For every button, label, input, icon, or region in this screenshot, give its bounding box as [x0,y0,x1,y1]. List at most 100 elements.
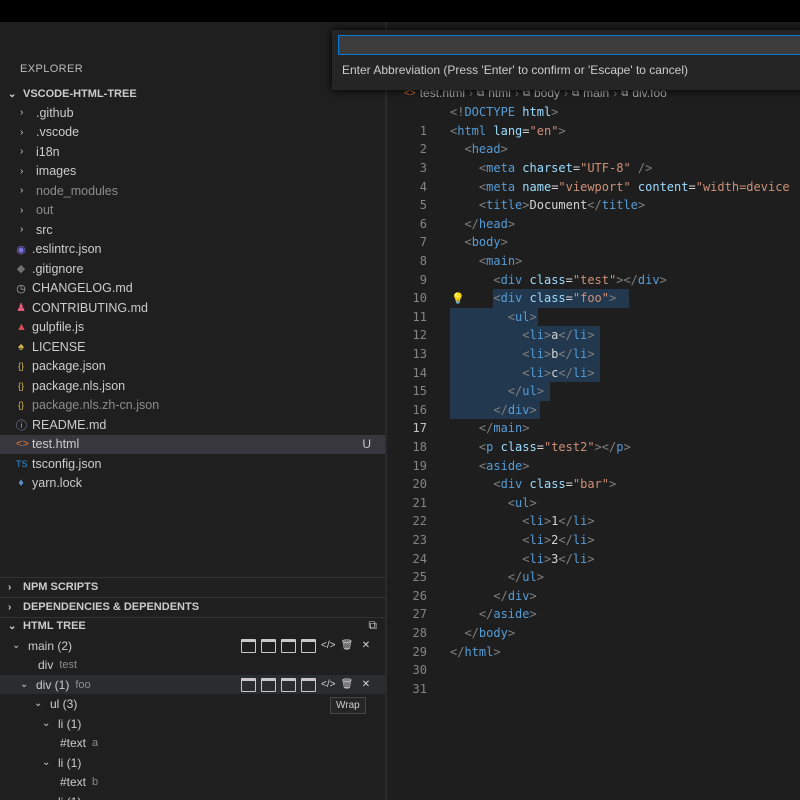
close-icon[interactable]: ✕ [359,679,373,691]
lightbulb-icon[interactable]: 💡 [451,292,465,305]
project-folder-header[interactable]: ⌄ VSCODE-HTML-TREE [8,88,137,100]
file-tree-item[interactable]: ♠ LICENSE [0,337,385,356]
insert-after-icon[interactable] [261,677,276,692]
file-tree-item[interactable]: ▲ gulpfile.js [0,318,385,337]
wrap-icon[interactable]: </> [321,679,335,691]
file-tree-item[interactable]: <> test.html U [0,434,385,454]
file-tree-item[interactable]: ♦ yarn.lock [0,474,385,493]
npm-scripts-header[interactable]: › NPM SCRIPTS [8,581,98,593]
abbreviation-input[interactable] [338,35,800,55]
code-line[interactable]: 3 <meta charset="UTF-8" /> [387,159,800,178]
code-line[interactable]: 8 <main> [387,252,800,271]
html-tree-node[interactable]: ⌄ li (1) [0,792,385,800]
code-line[interactable]: 9 <div class="test"></div> [387,270,800,289]
file-tree-item[interactable]: ⓘ README.md [0,415,385,434]
file-tree-item[interactable]: ♟ CONTRIBUTING.md [0,298,385,317]
code-line[interactable]: 14 <li>c</li> [387,363,800,382]
code-line[interactable]: 22 <li>1</li> [387,512,800,531]
insert-before-icon[interactable] [241,677,256,692]
line-number: 4 [419,179,427,194]
code-line[interactable]: 23 <li>2</li> [387,531,800,550]
html-tree-node[interactable]: ⌄ ul (3) [0,694,385,713]
code-line[interactable]: 18 <p class="test2"></p> [387,438,800,457]
insert-child-icon[interactable] [281,638,296,653]
line-number: 8 [419,254,427,269]
code-line[interactable]: 27 </aside> [387,605,800,624]
code-text: </ul> [450,384,544,398]
html-tree-node[interactable]: ⌄ div (1) foo </> 🗑 ✕ [0,675,385,694]
wrap-icon[interactable]: </> [321,640,335,652]
code-line[interactable]: 28 </body> [387,624,800,643]
code-line[interactable]: 31 [387,680,800,699]
file-tree-item[interactable]: › out [0,201,385,220]
line-number: 24 [412,551,427,566]
code-line[interactable]: 29 </html> [387,642,800,661]
insert-before-icon[interactable] [241,638,256,653]
file-tree-item[interactable]: › i18n [0,142,385,161]
html-tree-node[interactable]: #text b [0,772,385,791]
file-tree-item[interactable]: › .vscode [0,123,385,142]
file-tree-item[interactable]: › node_modules [0,181,385,200]
chevron-down-icon: ⌄ [8,88,17,100]
code-line[interactable]: <!DOCTYPE html> [387,103,800,122]
code-token: li [572,551,588,566]
chevron-down-icon: ⌄ [42,796,52,800]
code-line[interactable]: 24 <li>3</li> [387,549,800,568]
html-tree-node[interactable]: #text a [0,733,385,752]
replace-icon[interactable] [301,638,316,653]
file-tree-item[interactable]: TS tsconfig.json [0,454,385,473]
code-token: > [536,384,544,399]
html-tree-node[interactable]: ⌄ main (2) </> 🗑 ✕ [0,636,385,655]
code-line[interactable]: 4 <meta name="viewport" content="width=d… [387,177,800,196]
file-tree-item[interactable]: ◉ .eslintrc.json [0,240,385,259]
file-tree-item[interactable]: › src [0,220,385,239]
insert-after-icon[interactable] [261,638,276,653]
code-line[interactable]: 21 <ul> [387,494,800,513]
collapse-all-icon[interactable]: ⧉ [368,618,377,633]
code-line[interactable]: 12 <li>a</li> [387,326,800,345]
code-token: > [529,607,537,622]
code-line[interactable]: 10 <div class="foo"> 💡 [387,289,800,308]
html-tree-node[interactable]: div test [0,655,385,674]
code-line[interactable]: 11 <ul> [387,308,800,327]
close-icon[interactable]: ✕ [359,640,373,652]
code-line[interactable]: 16 </div> [387,401,800,420]
code-line[interactable]: 26 </div> [387,587,800,606]
line-number: 20 [412,477,427,492]
file-tree-item[interactable]: › .github [0,103,385,122]
code-line[interactable]: 25 </ul> [387,568,800,587]
code-line[interactable]: 5 <title>Document</title> [387,196,800,215]
code-line[interactable]: 7 <body> [387,233,800,252]
delete-icon[interactable]: 🗑 [340,640,354,652]
gulp-icon: ▲ [16,321,27,333]
html-tree-node[interactable]: ⌄ li (1) [0,753,385,772]
code-token: li [572,533,588,548]
dependencies-header[interactable]: › DEPENDENCIES & DEPENDENTS [8,601,199,613]
file-tree-item[interactable]: › images [0,162,385,181]
code-token: > [587,533,595,548]
code-line[interactable]: 19 <aside> [387,456,800,475]
html-tree-header[interactable]: ⌄ HTML TREE [8,620,86,632]
file-tree-item[interactable]: {} package.nls.zh-cn.json [0,396,385,415]
chevron-down-icon: ⌄ [12,640,21,651]
code-line[interactable]: 17 </main> [387,419,800,438]
code-token: div [637,272,660,287]
code-line[interactable]: 15 </ul> [387,382,800,401]
code-line[interactable]: 20 <div class="bar"> [387,475,800,494]
file-tree-item[interactable]: ◷ CHANGELOG.md [0,279,385,298]
code-line[interactable]: 13 <li>b</li> [387,345,800,364]
code-line[interactable]: 6 </head> [387,215,800,234]
code-line[interactable]: 1 <html lang="en"> [387,122,800,141]
code-line[interactable]: 2 <head> [387,140,800,159]
file-tree-item[interactable]: {} package.nls.json [0,376,385,395]
code-line[interactable]: 30 [387,661,800,680]
code-token: /> [637,161,653,176]
replace-icon[interactable] [301,677,316,692]
html-tree-node[interactable]: ⌄ li (1) [0,714,385,733]
file-tree-item[interactable]: ◆ .gitignore [0,259,385,278]
delete-icon[interactable]: 🗑 [340,679,354,691]
file-tree-item[interactable]: {} package.json [0,357,385,376]
insert-child-icon[interactable] [281,677,296,692]
